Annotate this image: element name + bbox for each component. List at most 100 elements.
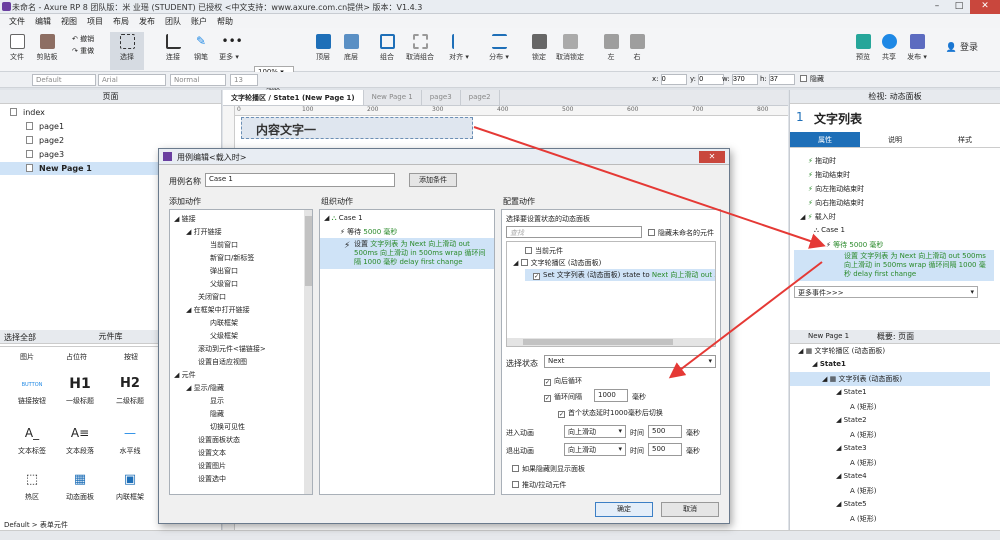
outline-item-selected[interactable]: ◢ ▦ 文字列表 (动态面板) (790, 372, 990, 386)
connect-button[interactable]: 连接 (158, 32, 188, 70)
action-category[interactable]: ◢ 打开链接 (186, 227, 222, 237)
action-item[interactable]: 内联框架 (210, 318, 238, 328)
page-item-page3[interactable]: page3 (26, 150, 64, 159)
weight-select[interactable]: Normal (170, 74, 226, 86)
align-button[interactable]: 对齐 ▾ (444, 32, 474, 70)
lib-h1[interactable]: H1 一级标题 (62, 376, 98, 406)
outline-page[interactable]: New Page 1 (808, 332, 849, 340)
action-item[interactable]: 父级窗口 (210, 279, 238, 289)
close-icon[interactable]: ✕ (970, 0, 1000, 14)
more-button[interactable]: ••• 更多 ▾ (214, 32, 244, 70)
select-button[interactable]: 选择 (110, 32, 144, 70)
bring-top-button[interactable]: 顶层 (308, 32, 338, 70)
event-drag-right-end[interactable]: ⚡ 向右拖动结束时 (808, 198, 864, 208)
menu-view[interactable]: 视图 (56, 14, 82, 28)
enter-animation-select[interactable]: 向上滑动 ▾ (564, 425, 626, 438)
lib-horizontal-line[interactable]: — 水平线 (112, 426, 148, 456)
redo-button[interactable]: ↷ 重做 (72, 46, 94, 56)
y-field[interactable]: y: (690, 74, 725, 86)
lock-button[interactable]: 锁定 (524, 32, 554, 70)
font-select[interactable]: Arial (98, 74, 166, 86)
add-condition-button[interactable]: 添加条件 (409, 173, 457, 187)
push-pull-checkbox[interactable]: 推动/拉动元件 (512, 480, 566, 490)
interval-checkbox[interactable]: ✓ 循环间隔 (544, 392, 582, 402)
file-button[interactable]: 文件 (2, 32, 32, 70)
action-item[interactable]: 父级框架 (210, 331, 238, 341)
outline-item[interactable]: A (矩形) (850, 514, 876, 524)
undo-button[interactable]: ↶ 撤销 (72, 34, 94, 44)
group-button[interactable]: 组合 (372, 32, 402, 70)
menu-team[interactable]: 团队 (160, 14, 186, 28)
page-item-page2[interactable]: page2 (26, 136, 64, 145)
action-item[interactable]: 设置图片 (198, 461, 226, 471)
lib-text-label[interactable]: A_ 文本标签 (14, 426, 50, 456)
menu-project[interactable]: 项目 (82, 14, 108, 28)
lib-text-paragraph[interactable]: A≡ 文本段落 (62, 426, 98, 456)
inspector-set-action[interactable]: 设置 文字列表 为 Next 向上滑动 out 500ms 向上滑动 in 50… (794, 250, 994, 281)
wrap-checkbox[interactable]: ✓ 向后循环 (544, 376, 582, 386)
outline-item[interactable]: ◢ ▦ 文字轮播区 (动态面板) (798, 346, 885, 356)
outline-item[interactable]: ◢ State3 (836, 444, 867, 452)
tree-current-widget[interactable]: 当前元件 (525, 246, 563, 256)
minimize-icon[interactable]: – (926, 0, 948, 14)
size-select[interactable]: 13 (230, 74, 258, 86)
lib-placeholder[interactable]: 占位符 (66, 352, 87, 362)
action-item[interactable]: 设置选中 (198, 474, 226, 484)
style-select[interactable]: Default (32, 74, 96, 86)
event-drag-end[interactable]: ⚡ 拖动结束时 (808, 170, 850, 180)
tab-page2[interactable]: page2 (461, 90, 500, 105)
outline-item[interactable]: A (矩形) (850, 430, 876, 440)
outline-item[interactable]: ◢ State4 (836, 472, 867, 480)
outline-item[interactable]: A (矩形) (850, 402, 876, 412)
hide-unnamed-checkbox[interactable]: 隐藏未命名的元件 (648, 228, 714, 238)
lib-hotspot[interactable]: ⬚ 热区 (14, 472, 50, 502)
maximize-icon[interactable]: □ (948, 0, 970, 14)
tab-new-page-1[interactable]: New Page 1 (364, 90, 422, 105)
state-select[interactable]: Next ▾ (544, 355, 716, 368)
tab-notes[interactable]: 说明 (860, 132, 930, 147)
outline-item[interactable]: ◢ State2 (836, 416, 867, 424)
event-on-load[interactable]: ◢ ⚡ 载入时 (800, 212, 836, 222)
library-breadcrumb[interactable]: Default > 表单元件 (4, 520, 68, 530)
lib-inline-frame[interactable]: ▣ 内联框架 (112, 472, 148, 502)
org-wait-action[interactable]: ⚡ 等待 5000 毫秒 (340, 227, 397, 237)
action-item[interactable]: 显示 (210, 396, 224, 406)
tab-style[interactable]: 样式 (930, 132, 1000, 147)
lib-image[interactable]: 图片 (20, 352, 34, 362)
exit-animation-select[interactable]: 向上滑动 ▾ (564, 443, 626, 456)
inspector-wait-action[interactable]: ⚡ 等待 5000 毫秒 (826, 240, 883, 250)
action-item[interactable]: 设置文本 (198, 448, 226, 458)
action-category[interactable]: ◢ 元件 (174, 370, 196, 380)
action-category[interactable]: ◢ 链接 (174, 214, 196, 224)
menu-help[interactable]: 帮助 (212, 14, 238, 28)
tree-panel-item[interactable]: ◢ 文字轮播区 (动态面板) (513, 258, 601, 268)
outline-item[interactable]: ◢ State5 (836, 500, 867, 508)
action-item[interactable]: 关闭窗口 (198, 292, 226, 302)
action-item[interactable]: 切换可见性 (210, 422, 245, 432)
event-drag[interactable]: ⚡ 拖动时 (808, 156, 836, 166)
dynamic-panel-widget[interactable]: 内容文字一 (241, 117, 473, 139)
tree-set-item[interactable]: ✓ Set 文字列表 (动态面板) state to Next 向上滑动 out … (525, 269, 715, 281)
event-drag-left-end[interactable]: ⚡ 向左拖动结束时 (808, 184, 864, 194)
org-case[interactable]: ◢ ⛬ Case 1 (324, 214, 363, 223)
action-category[interactable]: ◢ 在框架中打开链接 (186, 305, 250, 315)
w-field[interactable]: w: (722, 74, 758, 86)
align-right-button[interactable]: 右 (622, 32, 652, 70)
outline-item[interactable]: A (矩形) (850, 486, 876, 496)
h-field[interactable]: h: (760, 74, 796, 86)
tab-state1[interactable]: 文字轮播区 / State1 (New Page 1) (223, 90, 364, 105)
action-item[interactable]: 滚动到元件<锚链接> (198, 344, 266, 354)
unlock-button[interactable]: 取消锁定 (552, 32, 588, 70)
add-action-scrollbar[interactable] (304, 210, 312, 494)
inspector-case[interactable]: ⛬ Case 1 (814, 226, 845, 235)
widget-search-input[interactable]: 查找 (506, 226, 642, 238)
tree-hscrollbar[interactable] (507, 338, 715, 346)
lib-button[interactable]: 按钮 (124, 352, 138, 362)
show-if-hidden-checkbox[interactable]: 如果隐藏则显示面板 (512, 464, 585, 474)
menu-file[interactable]: 文件 (4, 14, 30, 28)
outline-item[interactable]: A (矩形) (850, 458, 876, 468)
action-item[interactable]: 隐藏 (210, 409, 224, 419)
more-events-select[interactable]: 更多事件>>> ▾ (794, 286, 978, 298)
menu-layout[interactable]: 布局 (108, 14, 134, 28)
action-item[interactable]: 当前窗口 (210, 240, 238, 250)
